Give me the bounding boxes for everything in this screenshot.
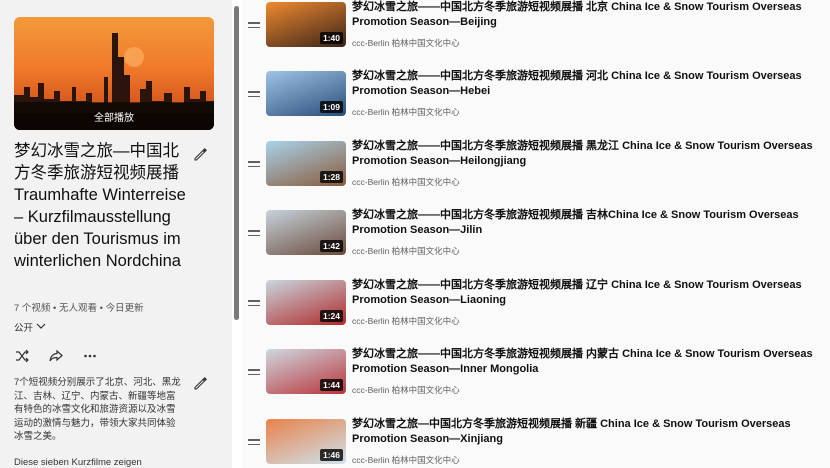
video-title[interactable]: 梦幻冰雪之旅——中国北方冬季旅游短视频展播 北京 China Ice & Sno… bbox=[352, 0, 828, 30]
drag-handle-icon[interactable] bbox=[248, 161, 260, 169]
video-title[interactable]: 梦幻冰雪之旅—中国北方冬季旅游短视频展播 新疆 China Ice & Snow… bbox=[352, 417, 828, 447]
video-channel-name[interactable]: ccc-Berlin 柏林中国文化中心 bbox=[352, 176, 460, 188]
playlist-video-item[interactable]: 1:44 梦幻冰雪之旅——中国北方冬季旅游短视频展播 内蒙古 China Ice … bbox=[242, 347, 830, 409]
more-options-icon[interactable] bbox=[82, 348, 98, 364]
play-all-button[interactable]: 全部播放 bbox=[14, 102, 214, 130]
video-thumbnail[interactable]: 1:24 bbox=[266, 280, 346, 325]
pencil-edit-description-icon[interactable] bbox=[192, 375, 208, 391]
video-thumbnail[interactable]: 1:44 bbox=[266, 349, 346, 394]
chevron-down-icon bbox=[36, 322, 46, 333]
playlist-description: 7个短视频分别展示了北京、河北、黑龙江、吉林、辽宁、内蒙古、新疆等地富有特色的冰… bbox=[14, 377, 181, 442]
video-duration-badge: 1:40 bbox=[319, 32, 343, 44]
video-thumbnail[interactable]: 1:46 bbox=[266, 419, 346, 464]
playlist-video-item[interactable]: 1:42 梦幻冰雪之旅——中国北方冬季旅游短视频展播 吉林China Ice & … bbox=[242, 208, 830, 270]
video-title[interactable]: 梦幻冰雪之旅——中国北方冬季旅游短视频展播 河北 China Ice & Sno… bbox=[352, 69, 828, 99]
video-duration-badge: 1:46 bbox=[319, 449, 343, 461]
video-duration-badge: 1:44 bbox=[319, 379, 343, 391]
video-channel-name[interactable]: ccc-Berlin 柏林中国文化中心 bbox=[352, 454, 460, 466]
drag-handle-icon[interactable] bbox=[248, 300, 260, 308]
video-title[interactable]: 梦幻冰雪之旅——中国北方冬季旅游短视频展播 吉林China Ice & Snow… bbox=[352, 208, 828, 238]
playlist-video-item[interactable]: 1:40 梦幻冰雪之旅——中国北方冬季旅游短视频展播 北京 China Ice &… bbox=[242, 0, 830, 62]
playlist-video-item[interactable]: 1:46 梦幻冰雪之旅—中国北方冬季旅游短视频展播 新疆 China Ice & … bbox=[242, 417, 830, 468]
video-list: 1:40 梦幻冰雪之旅——中国北方冬季旅游短视频展播 北京 China Ice &… bbox=[242, 0, 830, 468]
playlist-actions bbox=[14, 348, 98, 364]
privacy-label: 公开 bbox=[14, 323, 34, 334]
playlist-video-item[interactable]: 1:24 梦幻冰雪之旅——中国北方冬季旅游短视频展播 辽宁 China Ice &… bbox=[242, 278, 830, 340]
drag-handle-icon[interactable] bbox=[248, 91, 260, 99]
video-thumbnail[interactable]: 1:09 bbox=[266, 71, 346, 116]
video-duration-badge: 1:28 bbox=[319, 171, 343, 183]
video-title[interactable]: 梦幻冰雪之旅——中国北方冬季旅游短视频展播 辽宁 China Ice & Sno… bbox=[352, 278, 828, 308]
pencil-edit-title-icon[interactable] bbox=[192, 146, 208, 162]
video-duration-badge: 1:42 bbox=[319, 240, 343, 252]
scrollbar-thumb[interactable] bbox=[234, 6, 239, 320]
video-thumbnail[interactable]: 1:42 bbox=[266, 210, 346, 255]
playlist-video-item[interactable]: 1:28 梦幻冰雪之旅——中国北方冬季旅游短视频展播 黑龙江 China Ice … bbox=[242, 139, 830, 201]
drag-handle-icon[interactable] bbox=[248, 369, 260, 377]
drag-handle-icon[interactable] bbox=[248, 22, 260, 30]
video-channel-name[interactable]: ccc-Berlin 柏林中国文化中心 bbox=[352, 106, 460, 118]
video-duration-badge: 1:24 bbox=[319, 310, 343, 322]
video-title[interactable]: 梦幻冰雪之旅——中国北方冬季旅游短视频展播 黑龙江 China Ice & Sn… bbox=[352, 139, 828, 169]
shuffle-icon[interactable] bbox=[14, 348, 30, 364]
playlist-meta: 7 个视频 • 无人观看 • 今日更新 bbox=[14, 303, 144, 314]
video-title[interactable]: 梦幻冰雪之旅——中国北方冬季旅游短视频展播 内蒙古 China Ice & Sn… bbox=[352, 347, 828, 377]
video-channel-name[interactable]: ccc-Berlin 柏林中国文化中心 bbox=[352, 384, 460, 396]
playlist-title: 梦幻冰雪之旅—中国北方冬季旅游短视频展播 Traumhafte Winterre… bbox=[14, 142, 186, 270]
share-icon[interactable] bbox=[48, 348, 64, 364]
video-thumbnail[interactable]: 1:28 bbox=[266, 141, 346, 186]
privacy-dropdown[interactable]: 公开 bbox=[14, 320, 46, 334]
video-channel-name[interactable]: ccc-Berlin 柏林中国文化中心 bbox=[352, 315, 460, 327]
playlist-header-panel: 全部播放 梦幻冰雪之旅—中国北方冬季旅游短视频展播 Traumhafte Win… bbox=[0, 0, 232, 468]
video-channel-name[interactable]: ccc-Berlin 柏林中国文化中心 bbox=[352, 37, 460, 49]
drag-handle-icon[interactable] bbox=[248, 230, 260, 238]
drag-handle-icon[interactable] bbox=[248, 439, 260, 447]
playlist-cover[interactable]: 全部播放 bbox=[14, 17, 214, 130]
playlist-video-item[interactable]: 1:09 梦幻冰雪之旅——中国北方冬季旅游短视频展播 河北 China Ice &… bbox=[242, 69, 830, 131]
playlist-description-de: Diese sieben Kurzfilme zeigen bbox=[14, 457, 142, 468]
video-duration-badge: 1:09 bbox=[319, 101, 343, 113]
video-channel-name[interactable]: ccc-Berlin 柏林中国文化中心 bbox=[352, 245, 460, 257]
video-thumbnail[interactable]: 1:40 bbox=[266, 2, 346, 47]
